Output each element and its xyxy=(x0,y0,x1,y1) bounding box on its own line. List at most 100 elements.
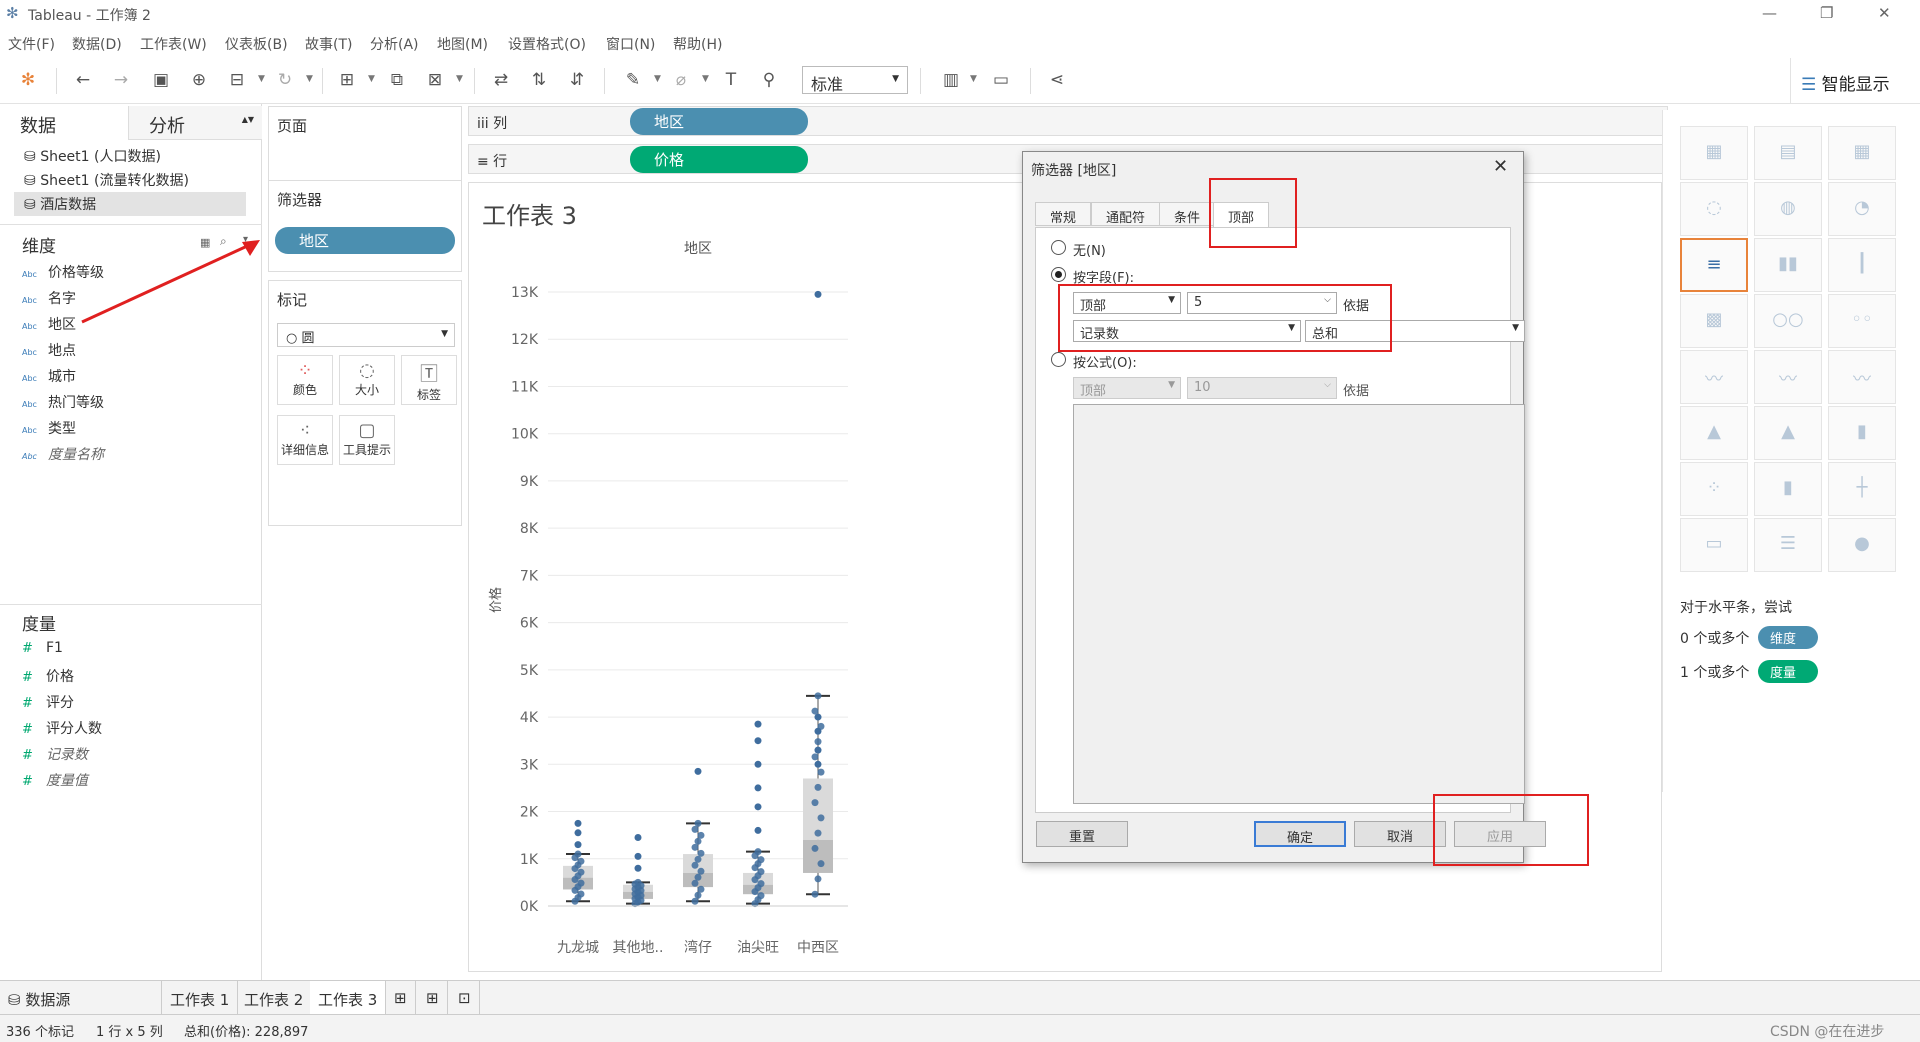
filters-shelf[interactable]: 筛选器 地区 xyxy=(268,180,462,272)
sort-asc-icon[interactable]: ⇅ xyxy=(528,70,550,90)
chart-type-thumbnail[interactable]: ◍ xyxy=(1754,182,1822,236)
tab-general[interactable]: 常规 xyxy=(1035,202,1092,226)
menu-dashboard[interactable]: 仪表板(B) xyxy=(225,34,288,54)
radio-by-field[interactable] xyxy=(1051,267,1066,282)
minimize-button[interactable]: — xyxy=(1762,4,1777,22)
highlight-icon[interactable]: ✎ xyxy=(622,70,644,90)
new-datasource-icon[interactable]: ⊕ xyxy=(188,70,210,90)
filter-pill-region[interactable]: 地区 xyxy=(275,227,455,254)
field-measure[interactable]: # 价格 xyxy=(22,666,74,686)
menu-format[interactable]: 设置格式(O) xyxy=(508,34,586,54)
menu-map[interactable]: 地图(M) xyxy=(437,34,488,54)
tab-data[interactable]: 数据 xyxy=(0,106,128,140)
maximize-button[interactable]: ❐ xyxy=(1820,4,1833,22)
field-measure[interactable]: # 度量值 xyxy=(22,770,88,790)
tab-condition[interactable]: 条件 xyxy=(1159,202,1216,226)
menu-data[interactable]: 数据(D) xyxy=(72,34,122,54)
field-dimension[interactable]: Abc 地区 xyxy=(22,314,76,334)
new-dashboard-icon[interactable]: ⊞ xyxy=(418,981,448,1015)
pause-updates-icon[interactable]: ⊟ xyxy=(226,70,248,90)
smart-show-button[interactable]: ☰ 智能显示 xyxy=(1790,58,1920,104)
menu-story[interactable]: 故事(T) xyxy=(305,34,352,54)
formula-editor[interactable] xyxy=(1073,404,1525,804)
menu-worksheet[interactable]: 工作表(W) xyxy=(140,34,207,54)
close-window-button[interactable]: ✕ xyxy=(1878,4,1891,22)
chart-type-thumbnail[interactable]: ┃ xyxy=(1828,238,1896,292)
chart-type-thumbnail[interactable]: ○○ xyxy=(1754,294,1822,348)
datasource-item[interactable]: ⛁ Sheet1 (人口数据) xyxy=(24,146,161,166)
chart-type-thumbnail[interactable]: ▲ xyxy=(1680,406,1748,460)
new-worksheet-icon[interactable]: ⊞ xyxy=(386,981,416,1015)
sheet-tab-3-active[interactable]: 工作表 3 xyxy=(310,981,387,1015)
menu-help[interactable]: 帮助(H) xyxy=(673,34,722,54)
undo-icon[interactable]: ← xyxy=(72,70,94,90)
chart-type-thumbnail[interactable]: ▦ xyxy=(1828,126,1896,180)
ok-button[interactable]: 确定 xyxy=(1254,821,1346,847)
chart-type-thumbnail[interactable]: ⁘ xyxy=(1680,462,1748,516)
chart-type-thumbnail[interactable]: ≡ xyxy=(1680,238,1748,292)
chart-type-thumbnail[interactable]: ▦ xyxy=(1680,126,1748,180)
mark-type-select[interactable]: ○ 圆 ▼ xyxy=(277,323,455,347)
fit-select[interactable]: 标准 ▼ xyxy=(802,66,908,94)
chart-type-thumbnail[interactable]: ◌ xyxy=(1680,182,1748,236)
share-icon[interactable]: ⋖ xyxy=(1046,70,1068,90)
size-button[interactable]: ◌ 大小 xyxy=(339,355,395,405)
field-dimension[interactable]: Abc 度量名称 xyxy=(22,444,104,464)
datasource-tab[interactable]: ⛁ 数据源 xyxy=(0,981,162,1015)
chart-type-thumbnail[interactable]: ▩ xyxy=(1680,294,1748,348)
chart-type-thumbnail[interactable]: ┼ xyxy=(1828,462,1896,516)
rows-pill-price[interactable]: 价格 xyxy=(630,146,808,173)
radio-by-formula[interactable] xyxy=(1051,352,1066,367)
tableau-home-icon[interactable]: ✻ xyxy=(17,70,39,90)
chart-type-thumbnail[interactable]: ▭ xyxy=(1680,518,1748,572)
chart-type-thumbnail[interactable]: ▮▮ xyxy=(1754,238,1822,292)
chart-type-thumbnail[interactable]: 〰 xyxy=(1828,350,1896,404)
label-button[interactable]: 🅃 标签 xyxy=(401,355,457,405)
formula-n-input[interactable]: 10 ⌵ xyxy=(1187,377,1337,399)
chart-type-thumbnail[interactable]: ☰ xyxy=(1754,518,1822,572)
sheet-tab-1[interactable]: 工作表 1 xyxy=(162,981,239,1015)
chart-type-thumbnail[interactable]: ▲ xyxy=(1754,406,1822,460)
sort-desc-icon[interactable]: ⇵ xyxy=(566,70,588,90)
menu-file[interactable]: 文件(F) xyxy=(8,34,55,54)
close-icon[interactable]: ✕ xyxy=(1493,156,1508,177)
swap-icon[interactable]: ⇄ xyxy=(490,70,512,90)
chart-type-thumbnail[interactable]: ▤ xyxy=(1754,126,1822,180)
chart-type-thumbnail[interactable]: ◦◦ xyxy=(1828,294,1896,348)
clear-sheet-icon[interactable]: ⊠ xyxy=(424,70,446,90)
group-icon[interactable]: ⌀ xyxy=(670,70,692,90)
redo-icon[interactable]: → xyxy=(110,70,132,90)
datasource-item[interactable]: ⛁ Sheet1 (流量转化数据) xyxy=(24,170,189,190)
detail-button[interactable]: ⁖ 详细信息 xyxy=(277,415,333,465)
chart-type-thumbnail[interactable]: ● xyxy=(1828,518,1896,572)
field-measure[interactable]: # 评分 xyxy=(22,692,74,712)
sheet-tab-2[interactable]: 工作表 2 xyxy=(236,981,313,1015)
field-measure[interactable]: # 评分人数 xyxy=(22,718,102,738)
chart-type-thumbnail[interactable]: 〰 xyxy=(1680,350,1748,404)
field-dimension[interactable]: Abc 类型 xyxy=(22,418,76,438)
menu-analysis[interactable]: 分析(A) xyxy=(370,34,419,54)
field-dimension[interactable]: Abc 地点 xyxy=(22,340,76,360)
chart-type-thumbnail[interactable]: ◔ xyxy=(1828,182,1896,236)
new-worksheet-icon[interactable]: ⊞ xyxy=(336,70,358,90)
formula-top-select[interactable]: 顶部 ▼ xyxy=(1073,377,1181,399)
field-dimension[interactable]: Abc 名字 xyxy=(22,288,76,308)
new-story-icon[interactable]: ⊡ xyxy=(450,981,480,1015)
reset-button[interactable]: 重置 xyxy=(1036,821,1128,847)
save-icon[interactable]: ▣ xyxy=(150,70,172,90)
chart-type-thumbnail[interactable]: ▮ xyxy=(1754,462,1822,516)
label-icon[interactable]: T xyxy=(720,70,742,90)
chart-type-thumbnail[interactable]: ▮ xyxy=(1828,406,1896,460)
menu-window[interactable]: 窗口(N) xyxy=(606,34,655,54)
show-cards-icon[interactable]: ▥ xyxy=(940,70,962,90)
color-button[interactable]: ⁘ 颜色 xyxy=(277,355,333,405)
presentation-icon[interactable]: ▭ xyxy=(990,70,1012,90)
boxplot-chart[interactable]: 地区价格 0K 1K 2K 3K 4K 5K 6K 7K 8K 9K 10K 11K 12K 13K 九龙城其… xyxy=(470,180,870,960)
chart-type-thumbnail[interactable]: 〰 xyxy=(1754,350,1822,404)
duplicate-sheet-icon[interactable]: ⧉ xyxy=(386,70,408,90)
datasource-item-selected[interactable]: ⛁ 酒店数据 xyxy=(14,192,246,216)
field-measure[interactable]: # F1 xyxy=(22,640,63,656)
refresh-icon[interactable]: ↻ xyxy=(274,70,296,90)
field-dimension[interactable]: Abc 热门等级 xyxy=(22,392,104,412)
tooltip-button[interactable]: ▢ 工具提示 xyxy=(339,415,395,465)
